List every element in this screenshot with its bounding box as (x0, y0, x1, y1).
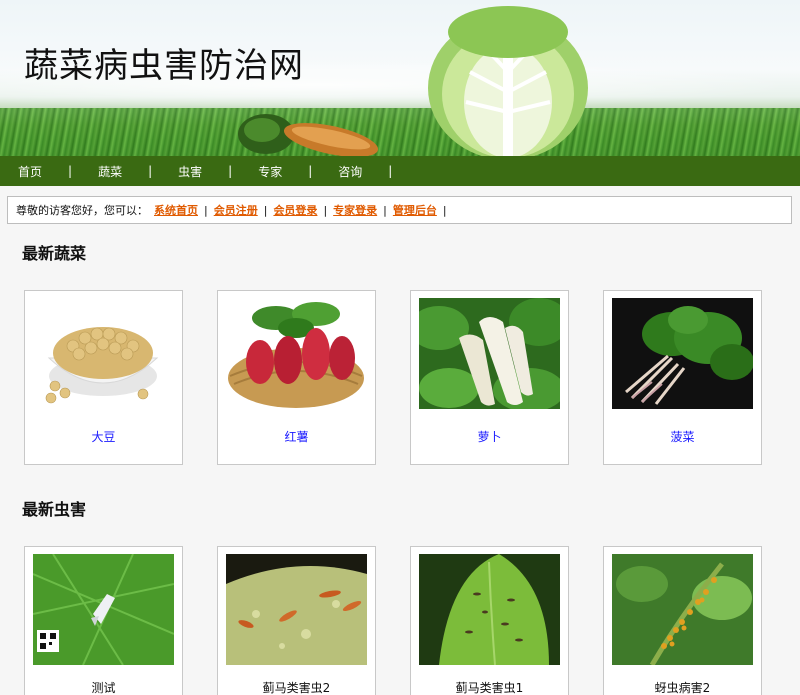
link-member-login[interactable]: 会员登录 (273, 202, 317, 218)
pest-card-aphid-2[interactable]: 蚜虫病害2 (603, 546, 762, 695)
banner-grass (0, 108, 800, 156)
nav-item-home[interactable]: 首页 (18, 163, 42, 180)
aphid-stem-photo[interactable] (612, 554, 753, 665)
welcome-greeting: 尊敬的访客您好，您可以： (16, 204, 148, 217)
pest-card-thrips-1[interactable]: 蓟马类害虫1 (410, 546, 569, 695)
nav-item-consult[interactable]: 咨询 (338, 163, 362, 180)
nav-separator: | (228, 164, 233, 178)
link-expert-login[interactable]: 专家登录 (333, 202, 377, 218)
pest-card-thrips-2[interactable]: 蓟马类害虫2 (217, 546, 376, 695)
spinach-photo[interactable] (612, 298, 753, 409)
vegetable-card-soybean[interactable]: 大豆 (24, 290, 183, 465)
pest-name[interactable]: 蓟马类害虫2 (218, 679, 375, 695)
nav-separator: | (68, 164, 73, 178)
vegetable-name[interactable]: 大豆 (25, 428, 182, 445)
nav-item-pests[interactable]: 虫害 (178, 163, 202, 180)
link-separator: | (383, 203, 387, 217)
vegetable-name[interactable]: 萝卜 (411, 428, 568, 445)
thrips-leaf-photo[interactable] (226, 554, 367, 665)
vegetable-name[interactable]: 红薯 (218, 428, 375, 445)
vegetable-card-sweet-potato[interactable]: 红薯 (217, 290, 376, 465)
banner-vegetables-image (238, 114, 379, 156)
nav-item-vegetables[interactable]: 蔬菜 (98, 163, 122, 180)
vegetable-card-radish[interactable]: 萝卜 (410, 290, 569, 465)
section-title-latest-vegetables: 最新蔬菜 (22, 244, 87, 263)
section-title-latest-pests: 最新虫害 (22, 500, 87, 519)
pest-name[interactable]: 测试 (25, 679, 182, 695)
link-separator: | (442, 203, 447, 217)
pest-name[interactable]: 蚜虫病害2 (604, 679, 761, 695)
welcome-bar: 尊敬的访客您好，您可以： 系统首页 | 会员注册 | 会员登录 | 专家登录 |… (7, 196, 792, 224)
thrips-green-leaf-photo[interactable] (419, 554, 560, 665)
banner-cabbage-image (428, 6, 588, 156)
header-banner: 蔬菜病虫害防治网 (0, 0, 800, 156)
vegetable-card-spinach[interactable]: 菠菜 (603, 290, 762, 465)
main-nav: 首页 | 蔬菜 | 虫害 | 专家 | 咨询 | (0, 156, 800, 186)
link-system-home[interactable]: 系统首页 (154, 202, 198, 218)
whitefly-leaf-photo[interactable] (33, 554, 174, 665)
radish-photo[interactable] (419, 298, 560, 409)
sweet-potato-photo[interactable] (226, 298, 367, 409)
link-separator: | (204, 203, 208, 217)
nav-item-experts[interactable]: 专家 (258, 163, 282, 180)
link-admin-backend[interactable]: 管理后台 (393, 202, 437, 218)
link-separator: | (323, 203, 328, 217)
vegetable-name[interactable]: 菠菜 (604, 428, 761, 445)
link-member-register[interactable]: 会员注册 (214, 202, 258, 218)
nav-separator: | (388, 164, 393, 178)
soybean-photo[interactable] (33, 298, 174, 409)
pest-name[interactable]: 蓟马类害虫1 (411, 679, 568, 695)
nav-separator: | (148, 164, 153, 178)
pest-card-test[interactable]: 测试 (24, 546, 183, 695)
nav-separator: | (308, 164, 313, 178)
site-title: 蔬菜病虫害防治网 (24, 46, 304, 86)
link-separator: | (263, 203, 268, 217)
